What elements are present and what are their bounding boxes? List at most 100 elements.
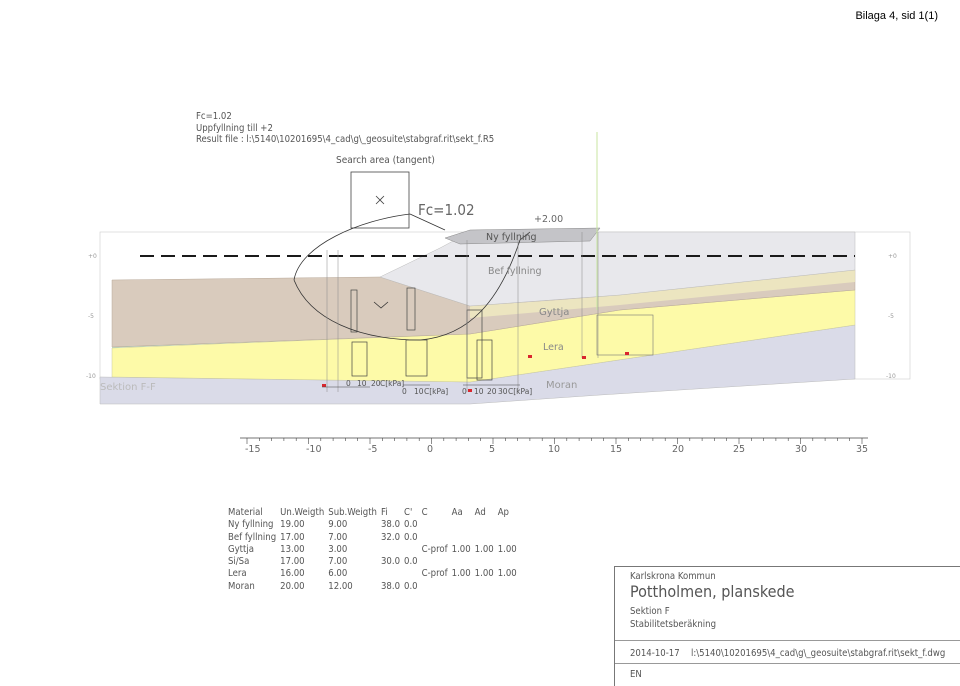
table-row: Lera 16.00 6.00 C-prof 1.00 1.00 1.00 — [228, 568, 521, 580]
table-cell: 16.00 — [280, 568, 305, 580]
shear-axis-1-tick: 10 — [357, 379, 367, 388]
drawn-by: EN — [630, 669, 642, 680]
x-tick-label: -10 — [306, 444, 322, 455]
shear-axis-2-tick: 10 — [414, 387, 424, 396]
drawing-file: l:\5140\10201695\4_cad\g\_geosuite\stabg… — [691, 648, 946, 659]
shear-axis-3-tick: 30 — [498, 387, 508, 396]
label-ny-fyllning: Ny fyllning — [486, 232, 537, 243]
col-header: Fi — [380, 507, 388, 518]
x-tick-label: 35 — [856, 444, 868, 455]
calculation-name: Stabilitetsberäkning — [630, 619, 717, 630]
table-cell: 1.00 — [474, 543, 494, 555]
shear-axis-3-tick: 0 — [462, 387, 467, 396]
section-label: Sektion F-F — [100, 382, 156, 393]
table-row: Bef fyllning 17.00 7.00 32.0 0.0 — [228, 532, 521, 544]
table-cell: 30.0 — [380, 556, 401, 568]
table-cell: 7.00 — [328, 556, 348, 568]
table-cell — [498, 519, 521, 531]
table-cell — [381, 544, 404, 556]
level-tick: -10 — [886, 373, 896, 380]
level-tick: +0 — [888, 253, 897, 260]
table-cell — [422, 556, 452, 568]
shear-axis-3-tick: 20 — [487, 387, 497, 396]
table-cell: C-prof — [421, 543, 448, 555]
table-cell — [498, 532, 521, 544]
table-cell: Ny fyllning — [228, 519, 274, 531]
marker — [625, 352, 629, 355]
table-cell — [381, 568, 404, 580]
project-name: Pottholmen, planskede — [630, 582, 795, 601]
col-header: C — [421, 507, 428, 518]
shear-axis-3-unit: C[kPa] — [508, 387, 532, 396]
search-center-icon — [375, 195, 385, 205]
table-cell — [422, 519, 452, 531]
table-cell: 1.00 — [474, 568, 494, 580]
title-block: Karlskrona Kommun Pottholmen, planskede … — [614, 566, 960, 686]
material-table-wrap: Material Un.Weigth Sub.Weigth Fi C' C Aa… — [228, 507, 521, 593]
table-row: Gyttja 13.00 3.00 C-prof 1.00 1.00 1.00 — [228, 544, 521, 556]
table-cell — [475, 581, 498, 593]
marker — [322, 384, 326, 387]
section-name: Sektion F — [630, 606, 670, 617]
table-cell — [452, 556, 475, 568]
level-tick: -5 — [88, 313, 94, 320]
x-tick-label: 10 — [548, 444, 560, 455]
table-cell: 1.00 — [451, 568, 471, 580]
marker — [468, 389, 472, 392]
x-tick-label: 15 — [610, 444, 622, 455]
table-cell: 0.0 — [404, 531, 418, 543]
table-cell: 9.00 — [328, 519, 348, 531]
shear-axis-3-tick: 10 — [474, 387, 484, 396]
table-cell: Lera — [228, 568, 247, 580]
table-cell: 1.00 — [451, 543, 471, 555]
table-cell: 0.0 — [404, 556, 418, 568]
table-cell: 38.0 — [380, 580, 401, 592]
x-tick-label: 25 — [733, 444, 745, 455]
table-cell: 0.0 — [404, 519, 418, 531]
shear-axis-1-unit: C[kPa] — [380, 379, 404, 388]
table-cell — [498, 556, 521, 568]
material-table-body: Ny fyllning 19.00 9.00 38.0 0.0 Bef fyllning 1… — [228, 519, 521, 593]
level-tick: -5 — [888, 313, 894, 320]
label-bef-fyllning: Bef fyllning — [488, 266, 542, 277]
x-tick-label: 0 — [427, 444, 433, 455]
x-tick-label: 30 — [795, 444, 807, 455]
material-table-header: Material Un.Weigth Sub.Weigth Fi C' C Aa… — [228, 507, 521, 519]
table-cell: 3.00 — [328, 543, 348, 555]
table-cell — [404, 544, 422, 556]
table-cell — [475, 532, 498, 544]
marker — [582, 356, 586, 359]
table-cell — [452, 581, 475, 593]
table-cell: 12.00 — [328, 580, 353, 592]
shear-axis-1-tick: 0 — [346, 379, 351, 388]
table-cell — [422, 532, 452, 544]
level-label: +2.00 — [534, 214, 563, 225]
col-header: Material — [228, 507, 263, 518]
level-tick: +0 — [88, 253, 97, 260]
table-cell: Si/Sa — [228, 556, 250, 568]
table-cell: Bef fyllning — [228, 531, 277, 543]
x-tick-label: 20 — [672, 444, 684, 455]
table-cell: C-prof — [421, 568, 448, 580]
table-cell — [404, 568, 422, 580]
drawing-date: 2014-10-17 — [630, 648, 680, 659]
title-divider — [615, 663, 960, 664]
table-cell — [452, 532, 475, 544]
marker — [528, 355, 532, 358]
col-header: Aa — [451, 507, 463, 518]
table-cell — [475, 556, 498, 568]
table-cell — [422, 581, 452, 593]
table-cell: 1.00 — [497, 543, 517, 555]
label-moran: Moran — [546, 380, 577, 391]
level-tick: -10 — [86, 373, 96, 380]
client-name: Karlskrona Kommun — [630, 571, 716, 582]
label-lera: Lera — [543, 342, 564, 353]
table-row: Si/Sa 17.00 7.00 30.0 0.0 — [228, 556, 521, 568]
x-tick-label: -5 — [368, 444, 377, 455]
shear-axis-2-tick: 0 — [402, 387, 407, 396]
shear-axis-2-unit: C[kPa] — [424, 387, 448, 396]
table-cell: Moran — [228, 580, 255, 592]
table-cell: 1.00 — [497, 568, 517, 580]
table-row: Ny fyllning 19.00 9.00 38.0 0.0 — [228, 519, 521, 531]
table-cell: Gyttja — [228, 543, 254, 555]
